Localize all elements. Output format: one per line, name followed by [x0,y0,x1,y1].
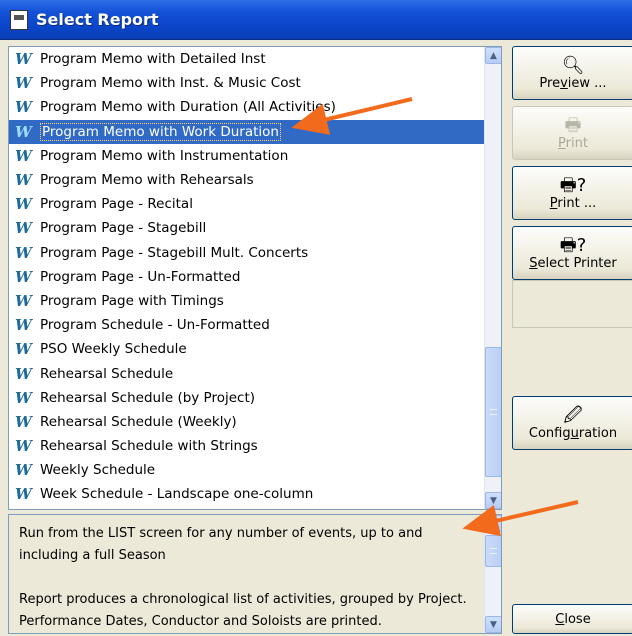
report-list-item[interactable]: W Rehearsal Schedule (Weekly) [9,410,485,434]
word-document-icon: W [15,50,32,69]
report-list-item[interactable]: W Rehearsal Schedule [9,361,485,385]
report-list-item-label: Program Page - Stagebill Mult. Concerts [40,244,309,261]
report-list-item[interactable]: W Week Schedule - Landscape one-column [9,482,485,506]
report-list-item[interactable]: W Program Page - Stagebill [9,216,485,240]
description-paragraph-1: Run from the LIST screen for any number … [19,526,423,563]
word-document-icon: W [15,412,32,431]
word-document-icon: W [15,74,32,93]
report-list-scrollbar[interactable]: ▲ ▼ [484,47,501,509]
word-document-icon: W [15,485,32,504]
scroll-thumb[interactable] [485,347,501,477]
report-list-item-label: Program Memo with Rehearsals [40,172,254,189]
report-list-item[interactable]: W Program Page with Timings [9,289,485,313]
configuration-icon: 🖉 [563,404,583,426]
word-document-icon: W [15,291,32,310]
report-list-item[interactable]: W Program Page - Recital [9,192,485,216]
preview-button[interactable]: 🔍︎ Preview ... [512,46,632,100]
description-scrollbar[interactable]: ▲ ▼ [484,515,501,633]
report-description: Run from the LIST screen for any number … [8,514,502,634]
report-list-item-label: Rehearsal Schedule with Strings [40,438,258,455]
report-list-item[interactable]: W Program Memo with Inst. & Music Cost [9,71,485,95]
description-scroll-down-button[interactable]: ▼ [485,616,501,633]
report-list-item[interactable]: W Program Memo with Work Duration [9,119,485,144]
word-document-icon: W [15,388,32,407]
word-document-icon: W [15,316,32,335]
window-title: Select Report [36,10,159,29]
report-list-item-label: Program Page with Timings [40,292,224,309]
preview-icon: 🔍︎ [561,54,585,76]
report-list-item[interactable]: W PSO Weekly Schedule [9,337,485,361]
report-list-item[interactable]: W Rehearsal Schedule with Strings [9,434,485,458]
word-document-icon: W [15,122,32,141]
report-list-items: W Program Memo with Detailed Inst W Program… [9,47,485,507]
word-document-icon: W [15,364,32,383]
select-printer-button[interactable]: 🖶? Select Printer [512,226,632,280]
report-list-item-label: Program Schedule - Un-Formatted [40,317,270,334]
report-list-item[interactable]: W Program Memo with Instrumentation [9,144,485,168]
report-list-item-label: Program Memo with Instrumentation [40,147,289,164]
report-list[interactable]: W Program Memo with Detailed Inst W Program… [8,46,502,510]
report-list-item-label: Weekly Schedule [40,462,156,479]
report-list-item-label: Program Memo with Work Duration [40,122,281,141]
configuration-button[interactable]: 🖉 Configuration [512,396,632,450]
printer-question-icon: 🖶? [559,234,587,256]
report-list-item-label: Week Schedule - Landscape one-column [40,486,314,503]
report-list-item[interactable]: W Program Memo with Rehearsals [9,168,485,192]
word-document-icon: W [15,267,32,286]
title-bar: Select Report [0,0,632,40]
word-document-icon: W [15,437,32,456]
description-scroll-thumb[interactable] [485,535,501,567]
word-document-icon: W [15,171,32,190]
word-document-icon: W [15,243,32,262]
report-list-item-label: Program Memo with Duration (All Activiti… [40,99,336,116]
report-list-item[interactable]: W Program Page - Un-Formatted [9,265,485,289]
report-list-item[interactable]: W Program Page - Stagebill Mult. Concerts [9,241,485,265]
report-list-item-label: Rehearsal Schedule (by Project) [40,389,256,406]
printer-question-icon: 🖶? [559,174,587,196]
report-list-item-label: Rehearsal Schedule (Weekly) [40,413,237,430]
word-document-icon: W [15,146,32,165]
report-list-item-label: Program Memo with Detailed Inst [40,51,266,68]
word-document-icon: W [15,98,32,117]
printer-icon: 🖶 [564,114,582,136]
description-paragraph-2: Report produces a chronological list of … [19,592,467,629]
print-button[interactable]: 🖶 Print [512,106,632,160]
report-list-item-label: Program Page - Un-Formatted [40,268,241,285]
report-list-item[interactable]: W Program Memo with Detailed Inst [9,47,485,71]
report-list-item-label: Program Memo with Inst. & Music Cost [40,75,301,92]
report-list-item-label: Program Page - Recital [40,196,193,213]
report-list-item-label: PSO Weekly Schedule [40,341,187,358]
button-spacer-panel [512,280,632,328]
word-document-icon: W [15,340,32,359]
report-list-item[interactable]: W Program Schedule - Un-Formatted [9,313,485,337]
word-document-icon: W [15,195,32,214]
scroll-down-button[interactable]: ▼ [485,492,501,509]
description-scroll-up-button[interactable]: ▲ [485,515,501,532]
report-list-item[interactable]: W Program Memo with Duration (All Activit… [9,95,485,119]
print-dialog-button[interactable]: 🖶? Print ... [512,166,632,220]
report-list-item-label: Program Page - Stagebill [40,220,207,237]
word-document-icon: W [15,461,32,480]
scroll-up-button[interactable]: ▲ [485,47,501,64]
report-list-item-label: Rehearsal Schedule [40,365,174,382]
report-list-item[interactable]: W Rehearsal Schedule (by Project) [9,386,485,410]
word-document-icon: W [15,219,32,238]
close-button[interactable]: Close [512,604,632,634]
report-window-icon [10,9,28,30]
report-list-item[interactable]: W Weekly Schedule [9,458,485,482]
